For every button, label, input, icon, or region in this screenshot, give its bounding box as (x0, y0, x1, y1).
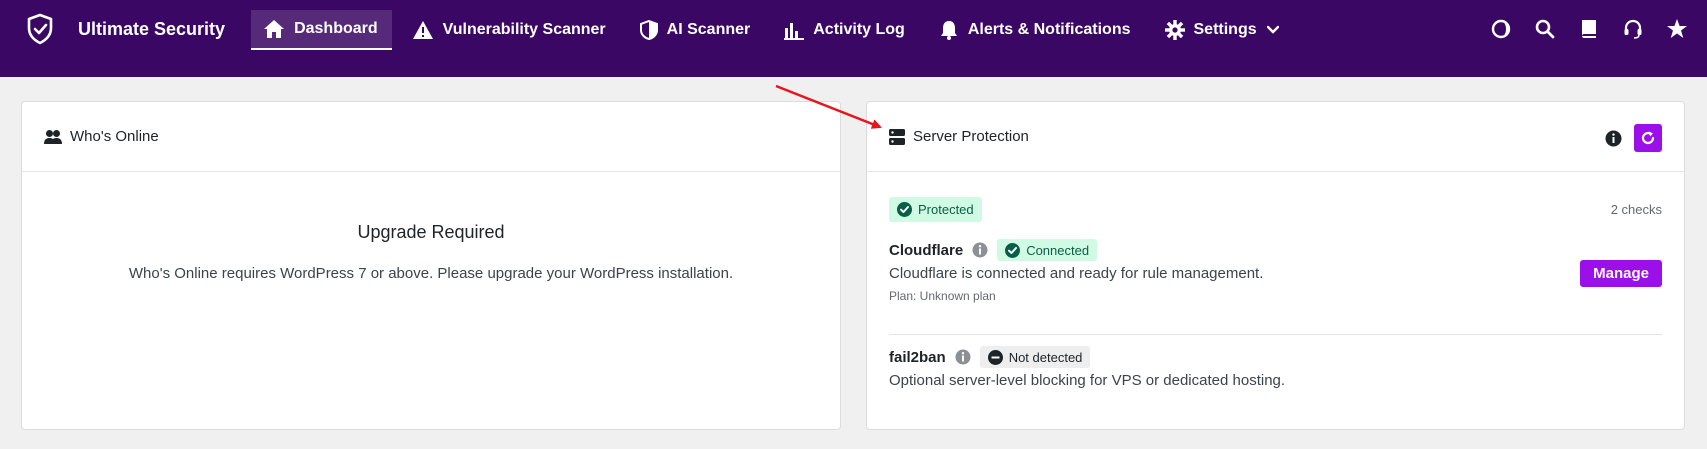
book-icon[interactable] (1577, 14, 1601, 44)
nav-activity-log-label: Activity Log (813, 21, 905, 38)
provider-plan: Plan: Unknown plan (889, 289, 996, 303)
nav-alerts-label: Alerts & Notifications (967, 21, 1131, 38)
provider-fail2ban: fail2ban Not detected Optional server-le… (889, 345, 1662, 405)
nav-dashboard[interactable]: Dashboard (251, 10, 392, 50)
minus-circle-icon (987, 349, 1003, 365)
refresh-button[interactable] (1634, 124, 1662, 152)
star-icon[interactable] (1665, 14, 1689, 44)
home-icon (264, 20, 285, 38)
nav-vulnerability-scanner[interactable]: Vulnerability Scanner (400, 10, 620, 50)
manage-button[interactable]: Manage (1580, 260, 1662, 287)
warning-icon (412, 21, 433, 39)
checks-count: 2 checks (1610, 201, 1662, 217)
nav-ai-scanner[interactable]: AI Scanner (628, 10, 765, 50)
search-icon[interactable] (1533, 14, 1557, 44)
provider-cloudflare: Cloudflare Connected Cloudflare is conne… (889, 238, 1662, 328)
upgrade-title: Upgrade Required (357, 222, 505, 242)
server-icon (889, 128, 905, 145)
not-detected-badge-label: Not detected (1008, 349, 1083, 365)
server-protection-card: Server Protection Protected 2 checks Clo… (866, 101, 1685, 430)
nav-ai-scanner-label: AI Scanner (666, 21, 751, 38)
app-name: Ultimate Security (78, 18, 226, 39)
nav-alerts[interactable]: Alerts & Notifications (927, 10, 1145, 50)
provider-name: Cloudflare (889, 241, 964, 259)
main-nav: Dashboard Vulnerability Scanner AI Scann… (251, 0, 1301, 58)
nav-activity-log[interactable]: Activity Log (772, 10, 919, 50)
check-circle-icon (897, 201, 912, 217)
info-icon[interactable] (972, 242, 988, 258)
protected-badge-label: Protected (918, 201, 974, 217)
theme-toggle-icon[interactable] (1489, 14, 1513, 44)
support-headset-icon[interactable] (1621, 14, 1645, 44)
brand[interactable]: Ultimate Security (0, 0, 251, 58)
protected-badge: Protected (889, 196, 982, 222)
server-protection-title: Server Protection (913, 128, 1029, 145)
refresh-icon (1641, 131, 1655, 145)
not-detected-badge: Not detected (979, 346, 1091, 368)
whos-online-header: Who's Online (22, 102, 840, 172)
top-nav-actions (1469, 14, 1689, 44)
gear-icon (1164, 20, 1185, 40)
upgrade-notice: Upgrade Required Who's Online requires W… (22, 222, 840, 282)
users-icon (44, 129, 62, 145)
whos-online-card: Who's Online Upgrade Required Who's Onli… (21, 101, 841, 430)
server-protection-actions (1604, 124, 1662, 152)
upgrade-message: Who's Online requires WordPress 7 or abo… (128, 265, 734, 282)
nav-vulnerability-scanner-label: Vulnerability Scanner (442, 21, 606, 38)
nav-dashboard-label: Dashboard (294, 20, 378, 37)
provider-name: fail2ban (889, 348, 946, 366)
whos-online-title: Who's Online (70, 128, 159, 145)
shield-check-icon (24, 13, 56, 45)
check-circle-icon (1005, 242, 1021, 258)
protection-status-row: Protected 2 checks (889, 196, 1662, 222)
bar-chart-icon (784, 23, 805, 40)
info-icon[interactable] (1604, 129, 1622, 147)
bell-icon (940, 21, 957, 40)
info-icon[interactable] (955, 349, 971, 365)
nav-settings[interactable]: Settings (1153, 10, 1293, 50)
provider-description: Cloudflare is connected and ready for ru… (889, 265, 1264, 282)
provider-description: Optional server-level blocking for VPS o… (889, 372, 1286, 389)
provider-divider (889, 334, 1662, 335)
connected-badge-label: Connected (1026, 242, 1090, 258)
connected-badge: Connected (997, 239, 1098, 261)
top-nav-bar: Ultimate Security Dashboard Vulnerabilit… (0, 0, 1707, 77)
nav-settings-label: Settings (1193, 21, 1257, 38)
chevron-down-icon (1266, 25, 1279, 34)
server-protection-header: Server Protection (867, 102, 1684, 172)
shield-half-icon (639, 20, 658, 40)
